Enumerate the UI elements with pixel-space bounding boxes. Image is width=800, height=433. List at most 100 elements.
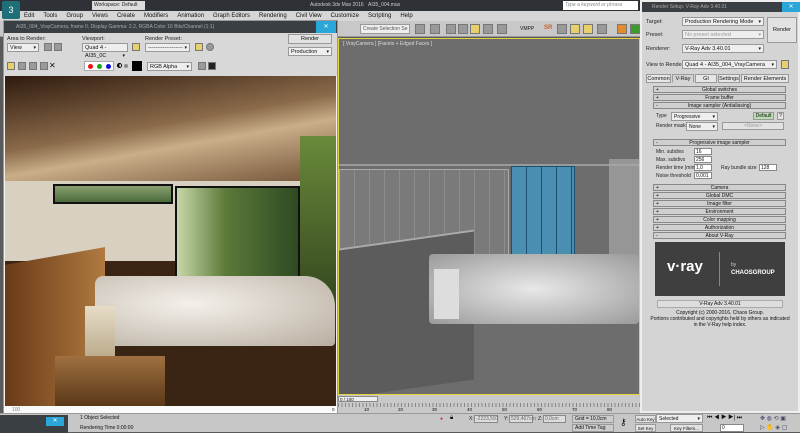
lock-icon[interactable] <box>132 43 140 51</box>
schematic-icon[interactable] <box>483 24 493 34</box>
key-filters-button[interactable]: Key Filters... <box>670 424 703 432</box>
help-button[interactable]: ? <box>777 112 784 120</box>
rollout-authorization[interactable]: Authorization <box>653 224 786 231</box>
render-production-icon[interactable] <box>583 24 593 34</box>
mask-object-button[interactable]: <None> <box>722 122 784 130</box>
z-label: Z: <box>538 416 543 422</box>
rollout-image-filter[interactable]: Image filter <box>653 200 786 207</box>
rollout-global-switches[interactable]: Global switches <box>653 86 786 93</box>
menu-help[interactable]: Help <box>400 11 412 21</box>
area-dropdown[interactable]: View <box>7 43 39 52</box>
workspace-dropdown[interactable]: Workspace: Default <box>92 1 145 10</box>
layer-icon[interactable] <box>446 24 456 34</box>
timeline[interactable]: 0 / 100 0 10 20 30 40 50 60 70 80 <box>332 395 640 413</box>
curve-editor-icon[interactable] <box>470 24 480 34</box>
sampler-type-dropdown[interactable]: Progressive <box>671 112 718 121</box>
current-frame-field[interactable]: 0 <box>720 424 744 432</box>
clear-icon[interactable]: ✕ <box>49 61 56 70</box>
tab-vray[interactable]: V-Ray <box>672 74 694 83</box>
green-channel-icon[interactable] <box>97 64 102 69</box>
render-button[interactable]: Render <box>767 17 797 43</box>
channel-dropdown[interactable]: RGB Alpha <box>147 62 192 71</box>
add-time-tag-button[interactable]: Add Time Tag <box>572 424 614 432</box>
scene-explorer-icon[interactable] <box>458 24 468 34</box>
viewport-label[interactable]: [ VrayCamera ] [Facets + Edged Faces ] <box>343 41 432 47</box>
mirror-icon[interactable] <box>415 24 425 34</box>
renderer-dropdown[interactable]: V-Ray Adv 3.40.01 <box>682 44 764 53</box>
forest-icon[interactable] <box>617 24 627 34</box>
key-icon[interactable]: ⚷ <box>620 417 627 428</box>
menu-scripting[interactable]: Scripting <box>368 11 391 21</box>
viewport-nav-icons-2[interactable]: ▷ ✋ ◈ ▢ <box>760 424 787 431</box>
target-dropdown[interactable]: Production Rendering Mode <box>682 17 764 26</box>
min-subdivs-input[interactable]: 16 <box>694 148 712 155</box>
view-dropdown[interactable]: Quad 4 - AI35_004_VrayCamera <box>682 60 777 69</box>
rollout-frame-buffer[interactable]: Frame buffer <box>653 94 786 101</box>
rollout-progressive-sampler[interactable]: Progressive image sampler <box>653 139 786 146</box>
render-frame-icon[interactable] <box>557 24 567 34</box>
print-icon[interactable] <box>40 62 48 70</box>
viewport-dropdown[interactable]: Quad 4 - AI35_0C <box>82 43 128 60</box>
rollout-camera[interactable]: Camera <box>653 184 786 191</box>
rollout-about-vray[interactable]: About V-Ray <box>653 232 786 239</box>
copy-image-icon[interactable] <box>18 62 26 70</box>
viewport-nav-icons[interactable]: ✥ ◍ ⟲ ▣ <box>760 415 786 422</box>
rollout-global-dmc[interactable]: Global DMC <box>653 192 786 199</box>
clone-icon[interactable] <box>29 62 37 70</box>
viewport-camera[interactable]: [ VrayCamera ] [Facets + Edged Faces ] <box>338 38 640 395</box>
sr-button[interactable]: SR <box>544 25 552 31</box>
lock-selection-icon[interactable]: 🔒︎ <box>450 415 453 422</box>
vmpp-button[interactable]: VMPP <box>520 26 534 32</box>
region-icon[interactable] <box>44 43 52 51</box>
noise-threshold-input[interactable]: 0,001 <box>694 172 712 179</box>
set-key-button[interactable]: Set Key <box>635 424 656 432</box>
save-image-icon[interactable] <box>7 62 15 70</box>
selection-set-dropdown[interactable]: Create Selection Se <box>360 24 410 34</box>
tab-render-elements[interactable]: Render Elements <box>741 74 789 83</box>
search-input[interactable]: Type a keyword or phrase <box>563 1 638 10</box>
mono-icon[interactable] <box>124 64 128 68</box>
preset-dropdown[interactable]: ------------------- <box>145 43 190 52</box>
swatch-icon[interactable] <box>132 61 142 71</box>
blue-channel-icon[interactable] <box>106 64 111 69</box>
tree-icon[interactable] <box>630 24 640 34</box>
close-icon[interactable]: ✕ <box>46 417 64 426</box>
max-subdivs-input[interactable]: 256 <box>694 156 712 163</box>
render-mode-dropdown[interactable]: Production <box>288 47 332 56</box>
tab-gi[interactable]: GI <box>695 74 717 83</box>
ray-bundle-input[interactable]: 128 <box>759 164 777 171</box>
close-icon[interactable]: ✕ <box>782 2 800 12</box>
preset-dropdown[interactable]: No preset selected <box>682 30 764 39</box>
time-slider[interactable]: 0 / 100 <box>338 396 378 402</box>
lock-icon[interactable] <box>781 60 789 69</box>
auto-region-icon[interactable] <box>54 43 62 51</box>
toggle-ui-icon[interactable] <box>198 62 206 70</box>
material-editor-icon[interactable] <box>497 24 507 34</box>
red-channel-icon[interactable] <box>88 64 93 69</box>
render-setup-icon[interactable] <box>570 24 580 34</box>
default-button[interactable]: Default <box>753 112 774 120</box>
key-set-dropdown[interactable]: Selected <box>656 414 703 423</box>
tab-common[interactable]: Common <box>646 74 671 83</box>
render-setup-icon[interactable] <box>195 43 203 51</box>
rollout-environment[interactable]: Environment <box>653 208 786 215</box>
teapot-icon[interactable] <box>597 24 607 34</box>
z-coordinate-field[interactable]: 0,0cm <box>543 415 566 423</box>
close-icon[interactable]: ✕ <box>316 21 336 33</box>
environment-icon[interactable] <box>206 43 214 51</box>
x-coordinate-field[interactable]: -2223,597 <box>474 415 499 423</box>
align-icon[interactable] <box>430 24 440 34</box>
rollout-color-mapping[interactable]: Color mapping <box>653 216 786 223</box>
render-time-input[interactable]: 1,0 <box>694 164 712 171</box>
app-logo-icon[interactable]: 3 <box>2 1 20 19</box>
playback-controls[interactable]: ⏮ ◀ ▶ ▶| ⏭ <box>707 415 742 422</box>
y-coordinate-field[interactable]: 529,467cm <box>509 415 536 423</box>
alpha-channel-icon[interactable] <box>117 63 122 68</box>
isolate-icon[interactable]: ● <box>440 416 443 422</box>
render-mask-dropdown[interactable]: None <box>686 122 718 131</box>
tab-settings[interactable]: Settings <box>718 74 740 83</box>
auto-key-button[interactable]: Auto Key <box>635 415 656 423</box>
display-icon[interactable] <box>208 62 216 70</box>
rollout-image-sampler[interactable]: Image sampler (Antialiasing) <box>653 102 786 109</box>
render-button[interactable]: Render <box>288 34 332 44</box>
